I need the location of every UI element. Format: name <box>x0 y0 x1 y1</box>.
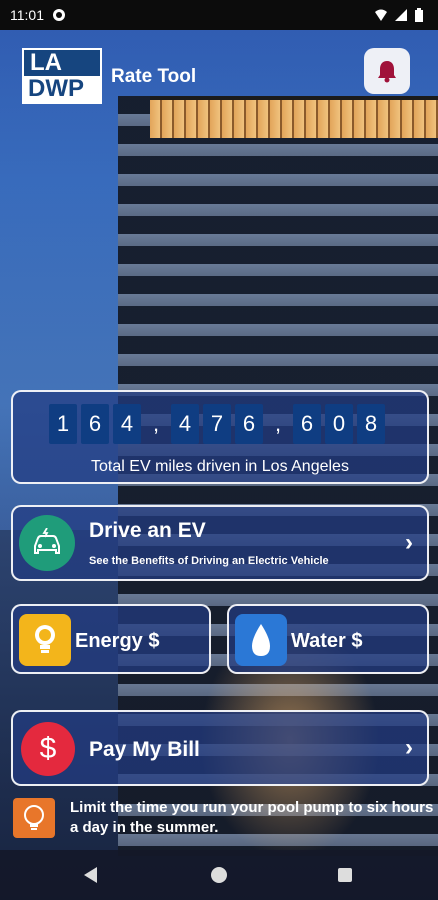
app-title: Rate Tool <box>111 66 197 87</box>
status-bar: 11:01 <box>0 0 438 30</box>
dollar-icon: $ <box>21 722 75 776</box>
odometer-digit: 1 <box>49 404 77 444</box>
chevron-right-icon: › <box>405 529 413 556</box>
odometer-digit: 6 <box>293 404 321 444</box>
system-nav-bar <box>0 850 438 900</box>
drive-ev-title: Drive an EV <box>89 519 206 542</box>
pay-bill-button[interactable]: $ Pay My Bill › <box>11 710 429 786</box>
notifications-button[interactable] <box>364 48 410 94</box>
battery-icon <box>414 8 428 22</box>
odometer-digit: 6 <box>235 404 263 444</box>
ladwp-logo: LA DWP <box>22 48 102 104</box>
ev-car-icon <box>19 515 75 571</box>
signal-icon <box>394 8 408 22</box>
pay-bill-label: Pay My Bill <box>89 738 200 761</box>
odometer-digit: 0 <box>325 404 353 444</box>
back-icon[interactable] <box>84 867 97 883</box>
tip-text: Limit the time you run your pool pump to… <box>70 799 434 836</box>
energy-rate-button[interactable]: Energy $ <box>11 604 211 674</box>
ev-miles-odometer: 1 6 4 , 4 7 6 , 6 0 8 Total EV miles dri… <box>11 390 429 484</box>
bell-icon <box>378 61 396 83</box>
chevron-right-icon: › <box>405 734 413 761</box>
odometer-separator: , <box>152 411 160 436</box>
odometer-separator: , <box>274 411 282 436</box>
lightbulb-icon <box>19 614 71 666</box>
drive-ev-button[interactable]: Drive an EV See the Benefits of Driving … <box>11 505 429 581</box>
status-time: 11:01 <box>10 7 44 23</box>
water-label: Water $ <box>291 630 363 652</box>
logo-line2: DWP <box>24 76 100 102</box>
odometer-digit: 4 <box>113 404 141 444</box>
status-right <box>374 8 428 22</box>
drive-ev-subtitle: See the Benefits of Driving an Electric … <box>89 555 329 567</box>
odometer-digit: 4 <box>171 404 199 444</box>
odometer-digit: 7 <box>203 404 231 444</box>
sync-icon <box>52 8 66 22</box>
odometer-digit: 8 <box>357 404 385 444</box>
water-rate-button[interactable]: Water $ <box>227 604 429 674</box>
energy-label: Energy $ <box>75 630 160 652</box>
energy-tip: Limit the time you run your pool pump to… <box>13 798 433 848</box>
home-icon[interactable] <box>211 867 227 883</box>
wifi-icon <box>374 8 388 22</box>
logo-line1: LA <box>24 50 100 76</box>
recents-icon[interactable] <box>338 868 352 882</box>
odometer-digit: 6 <box>81 404 109 444</box>
odometer-caption: Total EV miles driven in Los Angeles <box>91 458 349 475</box>
odometer-digits: 1 6 4 , 4 7 6 , 6 0 8 <box>49 404 385 444</box>
lightbulb-tip-icon <box>13 798 55 838</box>
water-drop-icon <box>235 614 287 666</box>
building-top-lights <box>150 96 438 138</box>
